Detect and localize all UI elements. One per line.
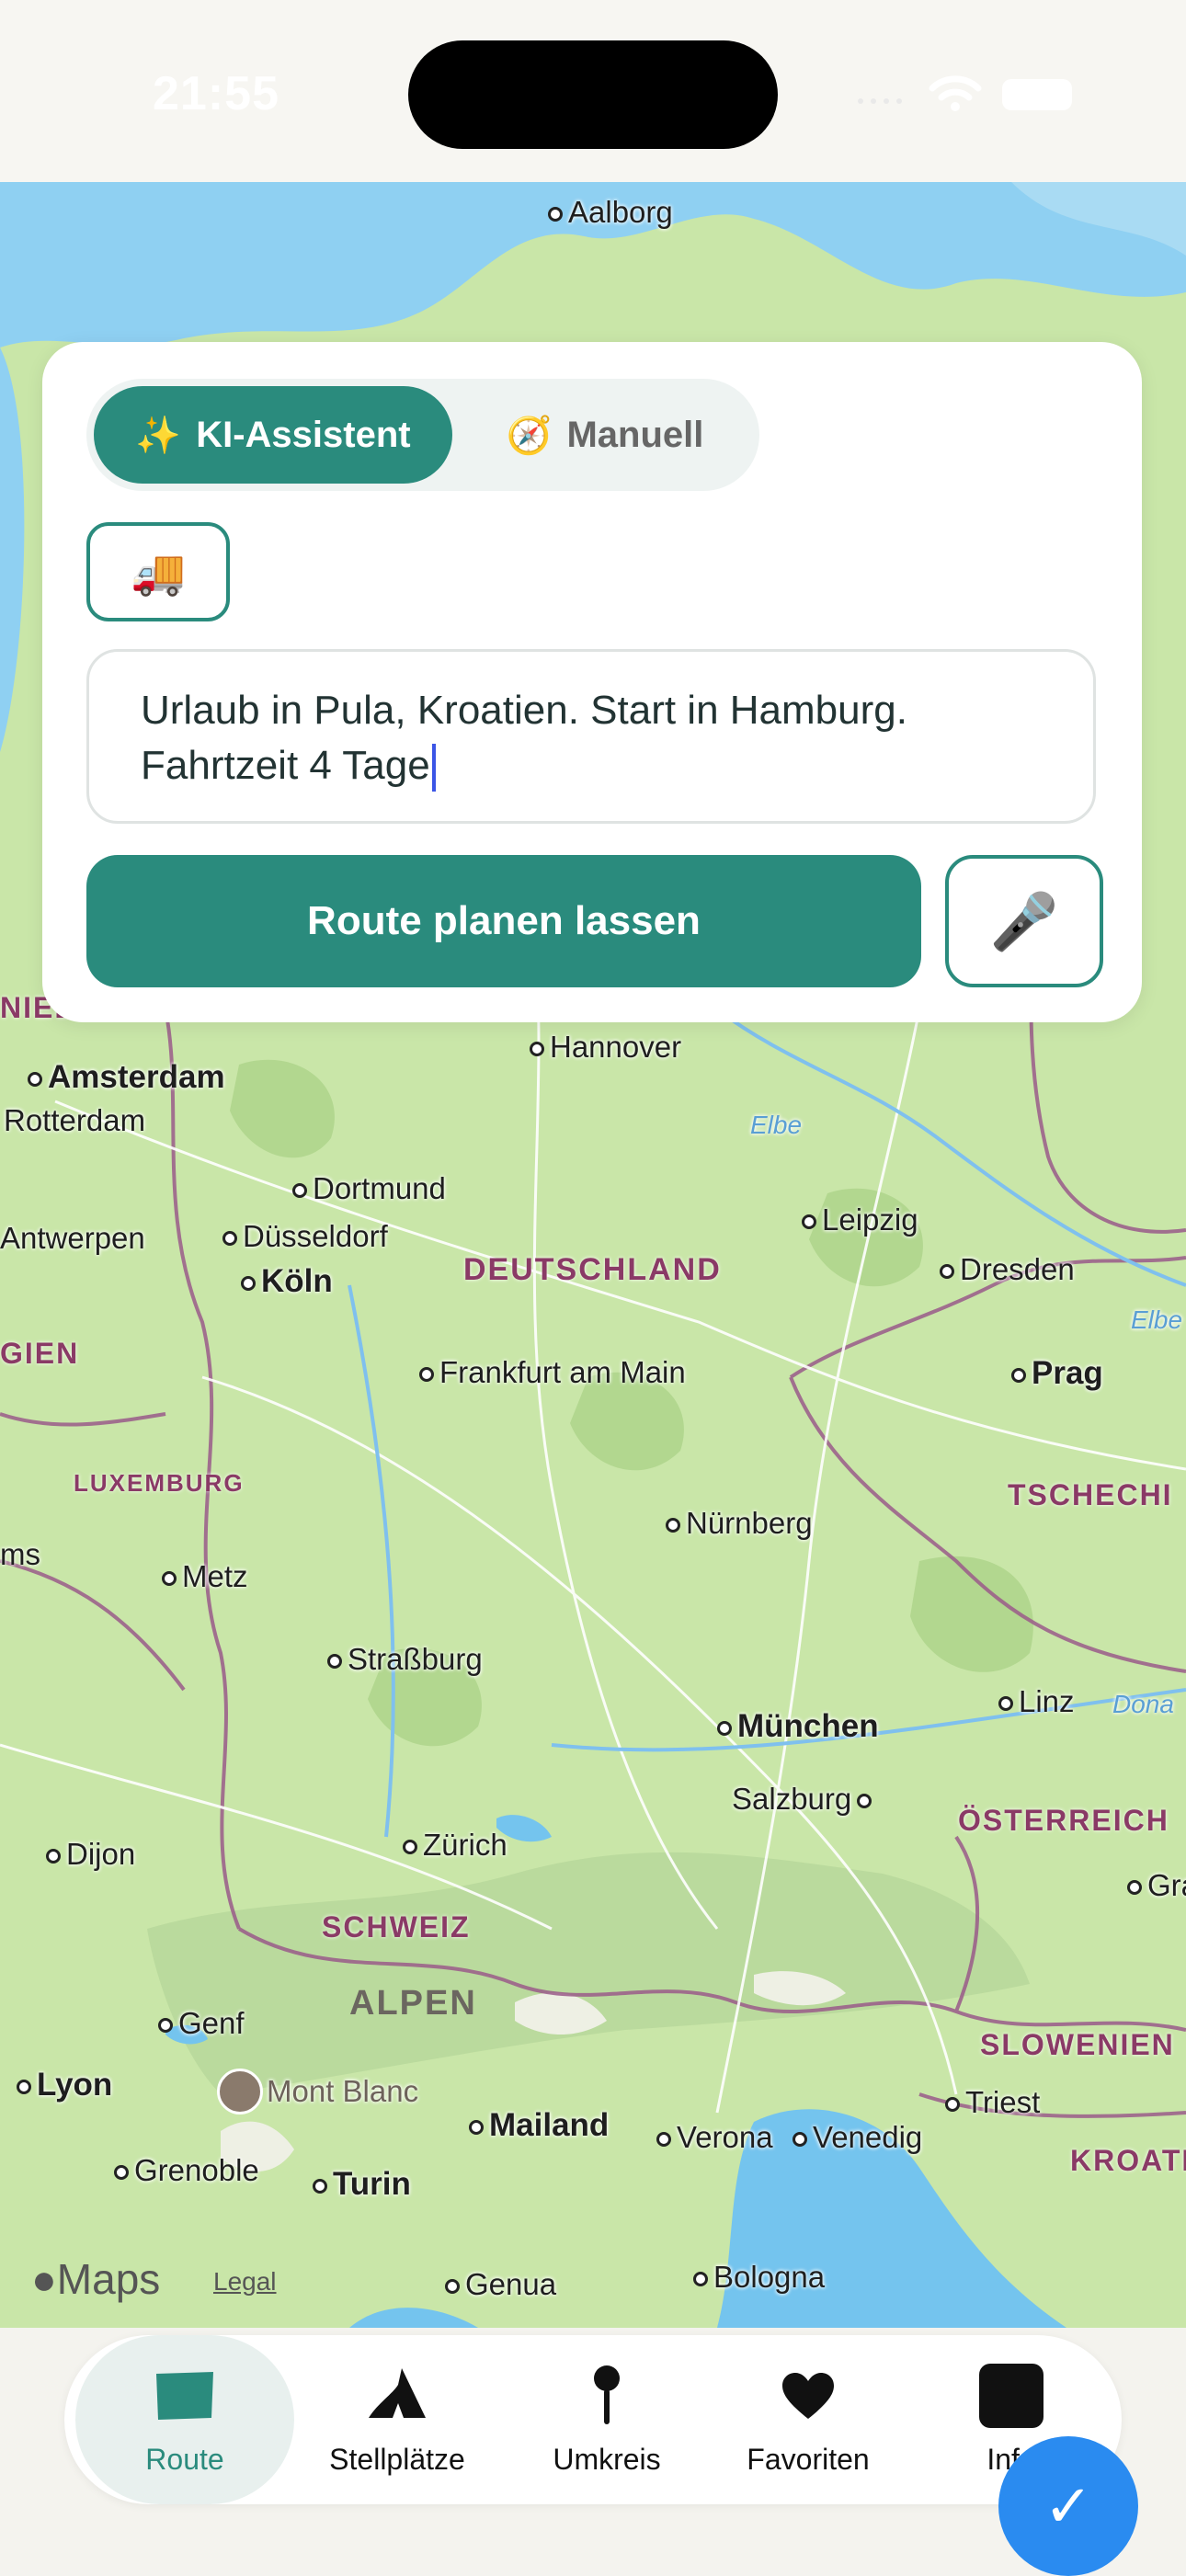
tab-bar: Route Stellplätze Umkreis Favoriten Info [64, 2335, 1122, 2504]
city-label[interactable]: Verona [656, 2120, 773, 2155]
status-bar: 21:55 [0, 0, 1186, 182]
tab-stellplaetze[interactable]: Stellplätze [305, 2335, 489, 2504]
map-icon [153, 2364, 217, 2428]
tent-icon [365, 2364, 429, 2428]
prompt-input[interactable]: Urlaub in Pula, Kroatien. Start in Hambu… [86, 649, 1096, 824]
city-label[interactable]: Antwerpen [0, 1221, 145, 1256]
tab-manuell[interactable]: 🧭 Manuell [458, 386, 752, 484]
microphone-button[interactable]: 🎤 [945, 855, 1103, 987]
city-label[interactable]: Mailand [469, 2107, 609, 2144]
country-label: TSCHECHI [1008, 1478, 1173, 1511]
tab-label: Route [145, 2442, 224, 2476]
city-label[interactable]: Genf [158, 2006, 245, 2041]
mode-segmented-control: ✨ KI-Assistent 🧭 Manuell [86, 379, 759, 491]
tab-label: Favoriten [747, 2442, 870, 2476]
checkmark-icon: ✓ [1043, 2472, 1093, 2539]
city-label[interactable]: Amsterdam [28, 1059, 225, 1096]
city-label[interactable]: Nürnberg [666, 1506, 813, 1541]
city-label[interactable]: Lyon [17, 2067, 112, 2103]
tab-route[interactable]: Route [75, 2335, 294, 2504]
tab-label: Umkreis [553, 2442, 661, 2476]
city-label[interactable]: ms [0, 1537, 40, 1572]
prompt-text: Urlaub in Pula, Kroatien. Start in Hambu… [141, 688, 907, 788]
signal-icon [858, 98, 902, 104]
city-label[interactable]: Dijon [46, 1837, 135, 1872]
maps-attribution: ●Maps [31, 2255, 161, 2303]
microphone-icon: 🎤 [989, 890, 1059, 952]
truck-icon: 🚚 [131, 548, 186, 598]
segment-label: Manuell [566, 414, 704, 455]
city-label[interactable]: Mont Blanc [267, 2074, 418, 2109]
city-label[interactable]: Frankfurt am Main [419, 1355, 686, 1390]
dynamic-island [408, 40, 778, 149]
river-label: Elbe [750, 1111, 803, 1139]
city-label[interactable]: Hannover [530, 1030, 681, 1065]
city-label[interactable]: Bologna [693, 2260, 825, 2295]
tab-label: Stellplätze [329, 2442, 465, 2476]
city-label[interactable]: Genua [445, 2267, 556, 2302]
city-label[interactable]: München [717, 1708, 879, 1745]
compass-icon: 🧭 [506, 415, 553, 456]
sparkles-icon: ✨ [135, 415, 182, 456]
text-cursor [431, 744, 436, 792]
river-label: Elbe [1131, 1305, 1183, 1334]
country-label: SCHWEIZ [322, 1910, 471, 1943]
city-label[interactable]: Turin [313, 2166, 411, 2203]
country-label: ÖSTERREICH [958, 1804, 1169, 1837]
city-label[interactable]: Grenoble [114, 2153, 259, 2188]
city-label[interactable]: Linz [998, 1684, 1075, 1719]
city-label[interactable]: Gra [1127, 1868, 1186, 1903]
city-label[interactable]: Dortmund [292, 1171, 446, 1206]
city-label[interactable]: Triest [945, 2085, 1040, 2120]
city-label[interactable]: Metz [162, 1559, 248, 1594]
mountain-icon [217, 2069, 263, 2114]
tab-ki-assistent[interactable]: ✨ KI-Assistent [94, 386, 452, 484]
info-icon [979, 2363, 1043, 2428]
heart-icon [776, 2364, 840, 2428]
city-label[interactable]: Venedig [793, 2120, 922, 2155]
city-label[interactable]: Köln [241, 1263, 333, 1300]
wifi-icon [929, 75, 982, 111]
city-label[interactable]: Dresden [940, 1252, 1075, 1287]
region-label: ALPEN [349, 1984, 477, 2023]
tab-umkreis[interactable]: Umkreis [515, 2335, 699, 2504]
country-label: LUXEMBURG [74, 1469, 245, 1497]
city-label[interactable]: Zürich [403, 1828, 507, 1863]
city-label[interactable]: Aalborg [548, 195, 673, 230]
vehicle-chip[interactable]: 🚚 [86, 522, 230, 621]
apple-logo-icon: ● [31, 2255, 57, 2303]
country-label: SLOWENIEN [980, 2028, 1175, 2061]
country-label: DEUTSCHLAND [463, 1252, 722, 1287]
city-label[interactable]: Straßburg [327, 1642, 483, 1677]
status-time: 21:55 [153, 67, 279, 120]
country-label: KROATI [1070, 2144, 1186, 2177]
segment-label: KI-Assistent [196, 414, 411, 455]
battery-icon [1002, 79, 1072, 110]
tab-favoriten[interactable]: Favoriten [712, 2335, 905, 2504]
river-label: Dona [1112, 1690, 1174, 1718]
city-label[interactable]: Leipzig [802, 1203, 918, 1237]
city-label[interactable]: Rotterdam [4, 1103, 145, 1138]
city-label[interactable]: Salzburg [732, 1782, 872, 1817]
city-label[interactable]: Düsseldorf [222, 1219, 388, 1254]
route-planner-card: ✨ KI-Assistent 🧭 Manuell 🚚 Urlaub in Pul… [42, 342, 1142, 1022]
legal-link[interactable]: Legal [213, 2267, 277, 2297]
city-label[interactable]: Prag [1011, 1355, 1103, 1392]
country-label: GIEN [0, 1337, 80, 1370]
confirm-fab[interactable]: ✓ [998, 2436, 1138, 2576]
pin-icon [575, 2364, 639, 2428]
plan-route-button[interactable]: Route planen lassen [86, 855, 921, 987]
